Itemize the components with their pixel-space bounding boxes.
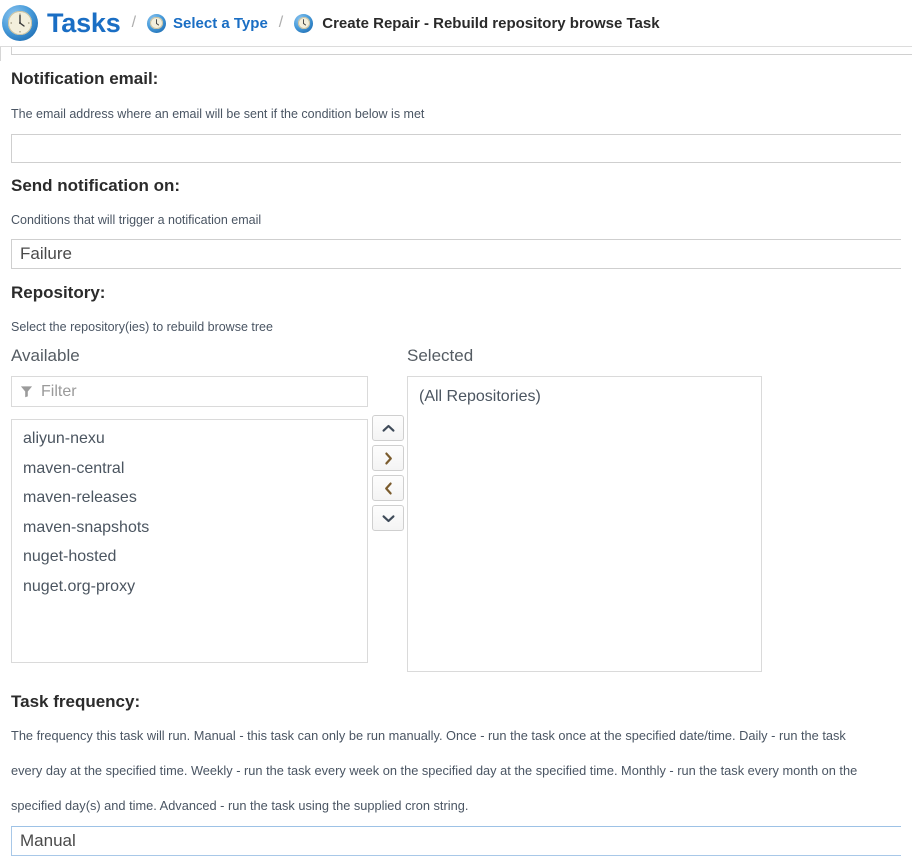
form-left-rule [0, 47, 1, 61]
clock-icon [294, 13, 314, 33]
clipped-field-above [0, 47, 912, 61]
available-list[interactable]: aliyun-nexu maven-central maven-releases… [11, 419, 368, 663]
notification-email-input[interactable] [11, 134, 901, 163]
breadcrumb-current-label: Create Repair - Rebuild repository brows… [322, 14, 660, 32]
chevron-down-icon [382, 514, 394, 522]
clipped-input[interactable] [11, 47, 912, 55]
chevron-right-icon [384, 452, 392, 464]
repository-filter[interactable]: Filter [11, 376, 368, 407]
repository-help: Select the repository(ies) to rebuild br… [11, 320, 273, 334]
selected-list[interactable]: (All Repositories) [407, 376, 762, 672]
list-item[interactable]: aliyun-nexu [12, 424, 367, 454]
clock-icon [2, 5, 38, 41]
task-frequency-help: The frequency this task will run. Manual… [11, 718, 912, 823]
list-item[interactable]: maven-releases [12, 483, 367, 513]
breadcrumb-current: Create Repair - Rebuild repository brows… [294, 13, 660, 33]
breadcrumb-select-type-label: Select a Type [173, 14, 268, 32]
chevron-up-icon [382, 424, 394, 432]
field-notification-email: Notification email: The email address wh… [0, 69, 912, 123]
list-item[interactable]: maven-snapshots [12, 513, 367, 543]
chevron-left-icon [384, 482, 392, 494]
breadcrumb-separator-2: / [278, 14, 284, 31]
breadcrumb: Tasks / Select a Type / Create Repair - … [0, 0, 912, 47]
send-notification-help: Conditions that will trigger a notificat… [11, 213, 262, 227]
funnel-icon [20, 386, 33, 398]
repository-transfer-widget: Available Filter aliyun-nexu maven-centr… [11, 346, 912, 676]
task-frequency-help-line-2: every day at the specified time. Weekly … [11, 763, 858, 778]
send-notification-label: Send notification on: [11, 176, 181, 195]
list-item[interactable]: maven-central [12, 454, 367, 484]
task-form: Notification email: The email address wh… [0, 47, 912, 856]
list-item[interactable]: nuget-hosted [12, 542, 367, 572]
task-frequency-help-line-1: The frequency this task will run. Manual… [11, 728, 846, 743]
field-repository: Repository: Select the repository(ies) t… [0, 283, 912, 336]
move-left-button[interactable] [372, 475, 404, 501]
move-right-button[interactable] [372, 445, 404, 471]
available-header: Available [11, 346, 80, 365]
move-down-button[interactable] [372, 505, 404, 531]
breadcrumb-separator-1: / [131, 14, 137, 31]
field-send-notification-on: Send notification on: Conditions that wi… [0, 176, 912, 229]
repository-filter-placeholder: Filter [41, 382, 77, 400]
field-task-frequency: Task frequency: The frequency this task … [0, 692, 912, 823]
task-frequency-label: Task frequency: [11, 692, 141, 711]
list-item[interactable]: nuget.org-proxy [12, 572, 367, 602]
available-panel: Available Filter aliyun-nexu maven-centr… [11, 346, 368, 663]
selected-header: Selected [407, 346, 474, 365]
notification-email-label: Notification email: [11, 69, 159, 88]
transfer-buttons [372, 415, 404, 531]
selected-panel: Selected (All Repositories) [407, 346, 762, 672]
task-frequency-select[interactable]: Manual [11, 826, 901, 856]
notification-email-help: The email address where an email will be… [11, 107, 425, 121]
send-notification-select[interactable]: Failure [11, 239, 901, 269]
clock-icon [147, 13, 167, 33]
breadcrumb-select-type[interactable]: Select a Type [147, 13, 268, 33]
move-up-button[interactable] [372, 415, 404, 441]
repository-label: Repository: [11, 283, 106, 302]
list-item[interactable]: (All Repositories) [408, 382, 761, 412]
breadcrumb-root-label: Tasks [47, 7, 121, 38]
task-frequency-help-line-3: specified day(s) and time. Advanced - ru… [11, 798, 469, 813]
breadcrumb-root[interactable]: Tasks [2, 5, 121, 41]
